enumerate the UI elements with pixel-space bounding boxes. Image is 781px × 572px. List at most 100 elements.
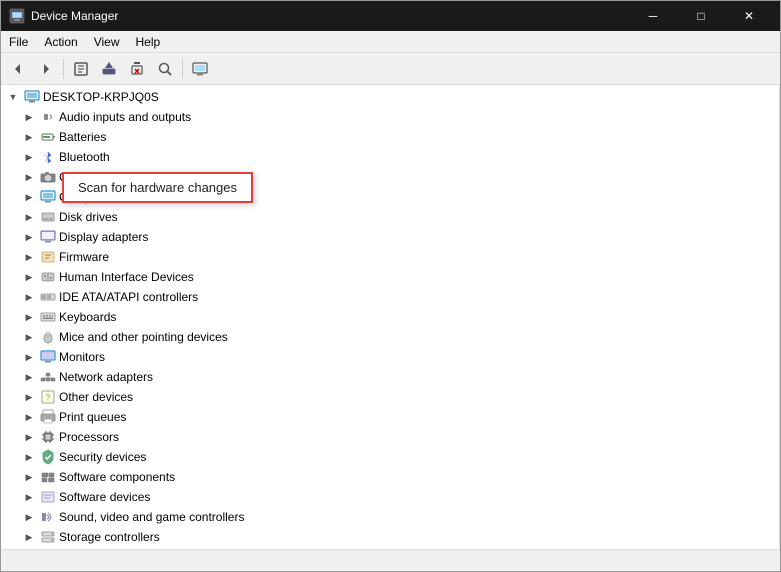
app-icon: [9, 8, 25, 24]
expand-icon[interactable]: ▶: [21, 309, 37, 325]
menu-action[interactable]: Action: [36, 31, 85, 52]
expand-icon[interactable]: ▶: [21, 249, 37, 265]
expand-icon[interactable]: ▶: [21, 429, 37, 445]
list-item[interactable]: ▶ Batteries: [1, 127, 779, 147]
menu-help[interactable]: Help: [128, 31, 169, 52]
back-button[interactable]: [5, 56, 31, 82]
list-item[interactable]: ▶ Monitors: [1, 347, 779, 367]
item-label: Monitors: [59, 350, 105, 364]
window-title: Device Manager: [31, 9, 118, 23]
item-label: Sound, video and game controllers: [59, 510, 244, 524]
menu-bar: File Action View Help: [1, 31, 780, 53]
menu-view[interactable]: View: [86, 31, 128, 52]
update-driver-button[interactable]: [96, 56, 122, 82]
item-label: Software components: [59, 470, 175, 484]
list-item[interactable]: ▶ IDE ATA/ATAPI controllers: [1, 287, 779, 307]
disk-icon: [40, 209, 56, 225]
expand-icon[interactable]: ▶: [21, 329, 37, 345]
item-label: Disk drives: [59, 210, 118, 224]
list-item[interactable]: ▶ Network adapters: [1, 367, 779, 387]
expand-icon[interactable]: ▶: [21, 149, 37, 165]
item-label: IDE ATA/ATAPI controllers: [59, 290, 198, 304]
expand-icon[interactable]: ▶: [21, 449, 37, 465]
expand-icon[interactable]: ▶: [21, 189, 37, 205]
properties-button[interactable]: [68, 56, 94, 82]
software-devices-icon: [40, 489, 56, 505]
audio-icon: [40, 109, 56, 125]
monitor-button[interactable]: [187, 56, 213, 82]
list-item[interactable]: ▶ Security devices: [1, 447, 779, 467]
camera-icon: [40, 169, 56, 185]
list-item[interactable]: ▶ ? Other devices: [1, 387, 779, 407]
scan-hardware-button[interactable]: [152, 56, 178, 82]
list-item[interactable]: ▶ Firmware: [1, 247, 779, 267]
uninstall-device-button[interactable]: [124, 56, 150, 82]
print-icon: [40, 409, 56, 425]
forward-button[interactable]: [33, 56, 59, 82]
expand-icon[interactable]: ▶: [21, 129, 37, 145]
network-icon: [40, 369, 56, 385]
security-icon: [40, 449, 56, 465]
expand-icon[interactable]: ▶: [21, 389, 37, 405]
list-item[interactable]: ▶ Display adapters: [1, 227, 779, 247]
expand-icon[interactable]: ▶: [21, 109, 37, 125]
expand-icon[interactable]: ▶: [21, 469, 37, 485]
list-item[interactable]: ▶ Sound, video and game controllers: [1, 507, 779, 527]
item-label: Storage controllers: [59, 530, 160, 544]
list-item[interactable]: ▶ Processors: [1, 427, 779, 447]
scan-popup-label: Scan for hardware changes: [78, 180, 237, 195]
main-content: ▼ DESKTOP-KRPJQ0S ▶: [1, 85, 780, 549]
expand-icon[interactable]: ▶: [21, 509, 37, 525]
item-label: Firmware: [59, 250, 109, 264]
list-item[interactable]: ▶ Software components: [1, 467, 779, 487]
list-item[interactable]: ▶ Human Interface Devices: [1, 267, 779, 287]
keyboard-icon: [40, 309, 56, 325]
item-label: Processors: [59, 430, 119, 444]
display-icon: [40, 229, 56, 245]
computer-icon: [40, 189, 56, 205]
list-item[interactable]: ▶ Mice and other pointing devices: [1, 327, 779, 347]
maximize-button[interactable]: □: [678, 1, 724, 31]
firmware-icon: [40, 249, 56, 265]
title-bar-left: Device Manager: [9, 8, 118, 24]
other-icon: ?: [40, 389, 56, 405]
toolbar-separator-2: [182, 59, 183, 79]
item-label: Batteries: [59, 130, 106, 144]
list-item[interactable]: ▶ Disk drives: [1, 207, 779, 227]
list-item[interactable]: ▶ Storage controllers: [1, 527, 779, 547]
list-item[interactable]: ▶ Software devices: [1, 487, 779, 507]
tree-panel[interactable]: ▼ DESKTOP-KRPJQ0S ▶: [1, 85, 780, 549]
item-label: Display adapters: [59, 230, 148, 244]
processor-icon: [40, 429, 56, 445]
item-label: Print queues: [59, 410, 126, 424]
title-bar: Device Manager ─ □ ✕: [1, 1, 780, 31]
battery-icon: [40, 129, 56, 145]
list-item[interactable]: ▶ Keyboards: [1, 307, 779, 327]
mouse-icon: [40, 329, 56, 345]
expand-icon[interactable]: ▶: [21, 349, 37, 365]
root-label: DESKTOP-KRPJQ0S: [43, 90, 159, 104]
root-computer-icon: [24, 89, 40, 105]
list-item[interactable]: ▶ Bluetooth: [1, 147, 779, 167]
menu-file[interactable]: File: [1, 31, 36, 52]
item-label: Other devices: [59, 390, 133, 404]
expand-icon[interactable]: ▶: [21, 269, 37, 285]
root-expand-icon[interactable]: ▼: [5, 89, 21, 105]
list-item[interactable]: ▶ Print queues: [1, 407, 779, 427]
minimize-button[interactable]: ─: [630, 1, 676, 31]
expand-icon[interactable]: ▶: [21, 489, 37, 505]
list-item[interactable]: ▶ Audio inputs and outputs: [1, 107, 779, 127]
item-label: Mice and other pointing devices: [59, 330, 228, 344]
list-item[interactable]: ▶ System devices: [1, 547, 779, 549]
expand-icon[interactable]: ▶: [21, 229, 37, 245]
item-label: Network adapters: [59, 370, 153, 384]
expand-icon[interactable]: ▶: [21, 289, 37, 305]
expand-icon[interactable]: ▶: [21, 169, 37, 185]
svg-text:?: ?: [46, 393, 51, 402]
expand-icon[interactable]: ▶: [21, 409, 37, 425]
expand-icon[interactable]: ▶: [21, 209, 37, 225]
close-button[interactable]: ✕: [726, 1, 772, 31]
tree-root[interactable]: ▼ DESKTOP-KRPJQ0S: [1, 87, 779, 107]
expand-icon[interactable]: ▶: [21, 529, 37, 545]
expand-icon[interactable]: ▶: [21, 369, 37, 385]
